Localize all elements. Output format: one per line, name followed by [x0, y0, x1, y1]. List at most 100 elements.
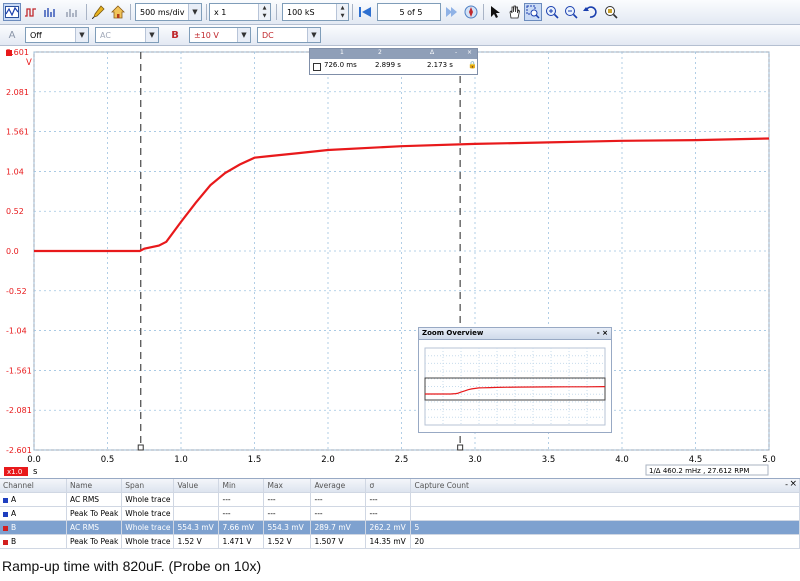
- table-cell-name: AC RMS: [66, 492, 123, 507]
- ruler-col-1: 1: [340, 49, 344, 56]
- zoom-fit-icon[interactable]: [602, 3, 620, 21]
- chevron-down-icon: ▼: [75, 28, 88, 42]
- lock-icon[interactable]: 🔒: [468, 61, 477, 69]
- samples-stepper[interactable]: 100 kS ▲ ▼: [282, 3, 349, 21]
- table-cell-channel: A: [0, 492, 67, 507]
- timebase-select[interactable]: 500 ms/div ▼: [135, 3, 202, 21]
- hand-tool-icon[interactable]: [505, 3, 523, 21]
- close-icon[interactable]: ×: [789, 479, 797, 489]
- cell-text: B: [11, 523, 17, 532]
- table-cell-count: 20: [410, 534, 800, 549]
- column-header-min[interactable]: Min: [218, 479, 265, 493]
- table-cell-max: 554.3 mV: [263, 520, 312, 535]
- channel-b-range-select[interactable]: ±10 V ▼: [189, 27, 251, 43]
- persistence-mode-icon[interactable]: [22, 3, 40, 21]
- zoom-area-icon[interactable]: [524, 3, 542, 21]
- zoom-factor-stepper[interactable]: x 1 ▲ ▼: [209, 3, 271, 21]
- stepper-arrows-icon: ▲ ▼: [258, 4, 270, 20]
- home-icon[interactable]: [109, 3, 127, 21]
- cell-text: ---: [267, 509, 276, 518]
- zoom-overview-chart[interactable]: [419, 340, 611, 433]
- table-row[interactable]: B Peak To Peak Whole trace 1.52 V 1.471 V 1.5…: [0, 534, 800, 549]
- x-tick-label: 4.0: [615, 455, 629, 465]
- channel-color-icon: [3, 497, 8, 503]
- toolbar-separator: [276, 4, 277, 20]
- channel-a-coupling-select[interactable]: AC ▼: [95, 27, 159, 43]
- table-cell-name: Peak To Peak: [66, 534, 123, 549]
- y-tick-label: 0.52: [6, 207, 24, 216]
- table-cell-name: Peak To Peak: [66, 506, 123, 521]
- channel-a-label: A: [8, 29, 16, 41]
- cell-text: ---: [314, 495, 323, 504]
- x-tick-label: 0.5: [101, 455, 115, 465]
- zoom-out-icon[interactable]: [562, 3, 580, 21]
- channel-a-button[interactable]: A: [3, 27, 21, 43]
- probe-icon[interactable]: [90, 3, 108, 21]
- first-buffer-icon[interactable]: [356, 3, 374, 21]
- next-buffer-icon[interactable]: [443, 3, 461, 21]
- channel-color-icon: [3, 539, 8, 545]
- y-tick-label: -1.561: [6, 366, 32, 375]
- column-header-average[interactable]: Average: [310, 479, 367, 493]
- waveform-chart[interactable]: 2.6012.0811.5611.040.520.0-0.52-1.04-1.5…: [0, 46, 800, 477]
- table-cell-value: 554.3 mV: [173, 520, 220, 535]
- table-header-row: Channel Name Span Value Min Max Average …: [0, 479, 800, 493]
- column-header-sigma[interactable]: σ: [365, 479, 412, 493]
- spectrum-alt-icon[interactable]: [63, 3, 81, 21]
- x-tick-label: 2.0: [321, 455, 335, 465]
- table-minimize-icon[interactable]: -: [785, 480, 788, 489]
- channel-a-coupling-value: AC: [100, 30, 111, 40]
- table-cell-max: ---: [263, 506, 312, 521]
- compass-icon[interactable]: [462, 3, 480, 21]
- x-tick-label: 4.5: [689, 455, 703, 465]
- table-row[interactable]: B AC RMS Whole trace 554.3 mV 7.66 mV 554.3 m…: [0, 520, 800, 535]
- table-cell-count: [410, 506, 800, 521]
- legend-minimize-icon[interactable]: -: [455, 49, 457, 56]
- zoom-overview-title-text: Zoom Overview: [422, 329, 484, 337]
- zoom-overview-title: Zoom Overview - ×: [419, 328, 611, 340]
- table-cell-span: Whole trace: [121, 534, 175, 549]
- column-header-capture-count[interactable]: Capture Count: [410, 479, 800, 493]
- pointer-tool-icon[interactable]: [486, 3, 504, 21]
- scope-plot-area[interactable]: 2.601 2.081 1.561 1.04 0.52 0.0 -0.52 -1.04 -1.5…: [0, 46, 800, 477]
- table-cell-value: 1.52 V: [173, 534, 220, 549]
- column-header-span[interactable]: Span: [121, 479, 175, 493]
- column-header-channel[interactable]: Channel: [0, 479, 67, 493]
- ruler-legend[interactable]: 1 2 Δ - × 726.0 ms 2.899 s 2.173 s 🔒: [309, 48, 478, 75]
- table-cell-min: ---: [218, 506, 265, 521]
- table-cell-min: ---: [218, 492, 265, 507]
- buffer-navigator[interactable]: 5 of 5: [377, 3, 441, 21]
- channel-b-label: B: [171, 29, 179, 41]
- toolbar-separator: [206, 4, 207, 20]
- column-header-value[interactable]: Value: [173, 479, 220, 493]
- channel-a-range-select[interactable]: Off ▼: [25, 27, 89, 43]
- chevron-down-icon: ▼: [188, 4, 201, 20]
- table-cell-sigma: ---: [365, 506, 412, 521]
- undo-zoom-icon[interactable]: [581, 3, 599, 21]
- y-tick-label: 0.0: [6, 247, 19, 256]
- column-header-max[interactable]: Max: [263, 479, 312, 493]
- channel-b-button[interactable]: B: [166, 27, 184, 43]
- x-tick-label: 1.0: [174, 455, 188, 465]
- zoom-overview-panel[interactable]: Zoom Overview - ×: [418, 327, 612, 433]
- scope-mode-icon[interactable]: [3, 3, 21, 21]
- close-icon[interactable]: ×: [467, 49, 472, 56]
- ruler-legend-header: 1 2 Δ - ×: [310, 49, 477, 59]
- zoom-in-icon[interactable]: [543, 3, 561, 21]
- ruler-time-1: 726.0 ms: [324, 61, 357, 69]
- table-cell-value: [173, 492, 220, 507]
- cell-text: ---: [369, 495, 378, 504]
- stepper-arrows-icon: ▲ ▼: [336, 4, 348, 20]
- table-row[interactable]: A Peak To Peak Whole trace --- --- --- ---: [0, 506, 800, 521]
- cell-text: 1.471 V: [222, 537, 252, 546]
- cell-text: Whole trace: [125, 509, 171, 518]
- column-header-name[interactable]: Name: [66, 479, 123, 493]
- measurements-table[interactable]: Channel Name Span Value Min Max Average …: [0, 478, 800, 551]
- spectrum-mode-icon[interactable]: [41, 3, 59, 21]
- channel-b-coupling-select[interactable]: DC ▼: [257, 27, 321, 43]
- y-tick-label: 1.561: [6, 128, 29, 137]
- time-ruler-handle: [457, 444, 464, 451]
- table-row[interactable]: A AC RMS Whole trace --- --- --- ---: [0, 492, 800, 507]
- channel-b-range-value: ±10 V: [194, 30, 219, 40]
- zoom-overview-controls[interactable]: - ×: [597, 328, 608, 339]
